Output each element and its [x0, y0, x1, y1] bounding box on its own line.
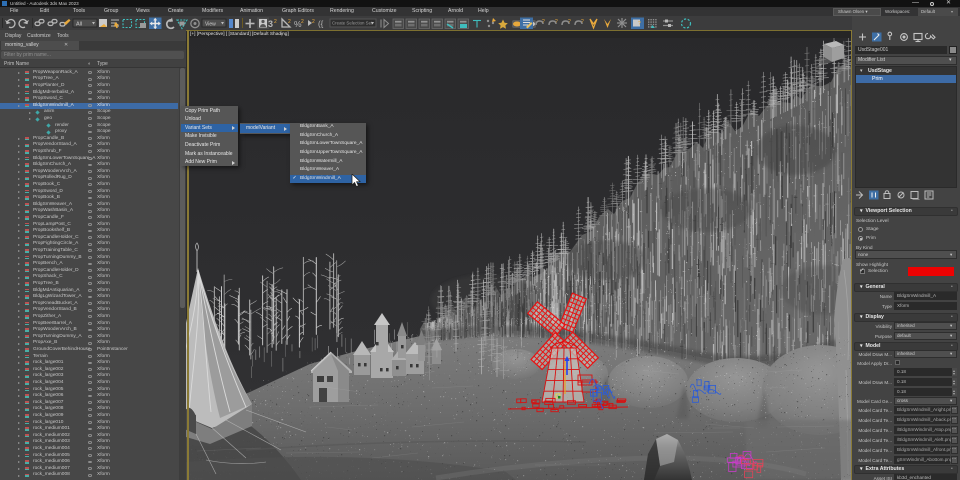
- svg-text:View: View: [205, 22, 216, 28]
- svg-text:?: ?: [555, 19, 558, 25]
- svg-text:2: 2: [301, 19, 304, 25]
- svg-text:({: ({: [318, 20, 324, 29]
- svg-text:Create Selection Set: Create Selection Set: [332, 21, 373, 26]
- svg-text:?: ?: [568, 19, 571, 25]
- svg-text:2: 2: [274, 19, 277, 25]
- svg-text:?: ?: [581, 19, 584, 25]
- svg-text:3: 3: [268, 19, 273, 29]
- svg-text:?: ?: [542, 19, 545, 25]
- svg-text:All: All: [76, 22, 82, 28]
- svg-text:?: ?: [638, 21, 641, 27]
- svg-text:2: 2: [312, 19, 315, 25]
- svg-text:2: 2: [288, 19, 291, 25]
